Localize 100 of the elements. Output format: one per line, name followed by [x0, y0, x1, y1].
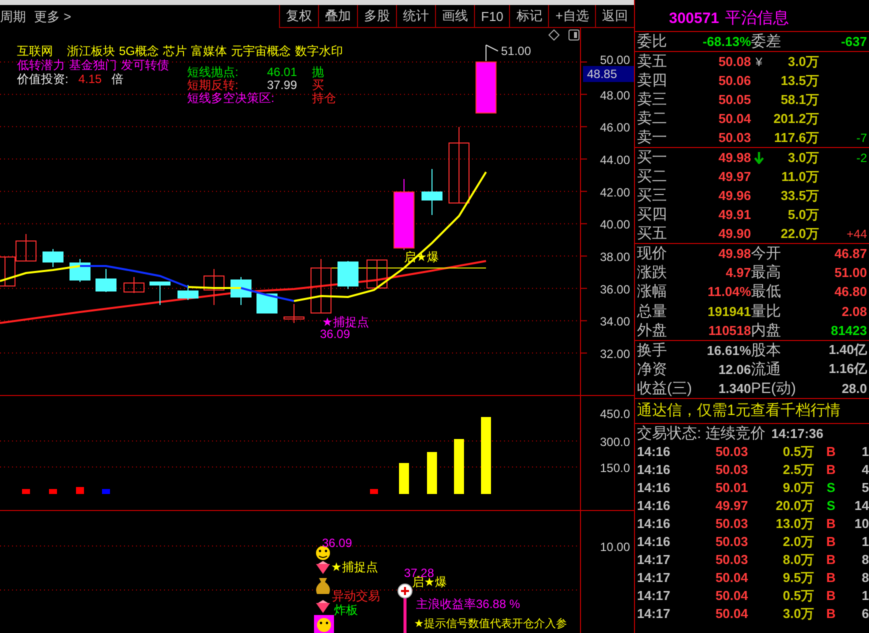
concept-tag: 数字水印 — [295, 45, 344, 58]
order-volume: 117.6万 — [773, 128, 819, 146]
price-axis-label: 48.00 — [600, 88, 630, 102]
price-axis-label: 40.00 — [600, 218, 630, 232]
price-axis-label: 38.00 — [600, 250, 630, 264]
tick-count: 10 — [854, 516, 869, 532]
tick-time: 14:16 — [637, 516, 672, 532]
candlestick — [394, 178, 414, 250]
price-axis-label: 34.00 — [600, 314, 630, 329]
quote-label: 换手 — [637, 340, 668, 360]
currency-mark: ¥ — [756, 54, 762, 68]
tick-side: B — [825, 444, 837, 460]
tick-price: 50.04 — [714, 606, 748, 622]
order-volume: 33.5万 — [780, 186, 819, 204]
quote-label: 委比 — [637, 32, 668, 51]
toolbar-link[interactable]: 更多 > — [34, 8, 72, 26]
feature-tag: 发可转债 — [121, 59, 169, 72]
order-level-label: 卖四 — [637, 71, 668, 90]
price-axis-label: 44.00 — [600, 153, 630, 168]
candlestick — [96, 268, 116, 292]
tick-count: 5 — [860, 480, 869, 496]
tick-volume: 2.5万 — [782, 460, 814, 479]
price-axis-label: 42.00 — [600, 185, 630, 200]
tick-time: 14:16 — [637, 462, 672, 478]
unusual-trade-label: 异动交易 — [332, 589, 380, 603]
order-price: 50.03 — [717, 130, 751, 145]
panel-toggle-icon[interactable] — [568, 30, 580, 40]
stock-name: 平治信息 — [725, 8, 790, 28]
order-level-label: 买二 — [637, 167, 668, 186]
tick-price: 50.03 — [714, 444, 748, 460]
limit-break-label: 炸板 — [334, 603, 358, 617]
signal-marker — [76, 487, 84, 494]
quote-label: PE(动) — [751, 378, 797, 398]
signal-value: 37.99 — [267, 79, 298, 92]
quote-value: 81423 — [830, 322, 867, 338]
tick-volume: 9.5万 — [782, 568, 814, 587]
candlestick — [16, 234, 36, 262]
smiley-icon — [316, 546, 330, 560]
quote-label: 委差 — [751, 32, 782, 51]
tick-price: 50.03 — [714, 516, 748, 532]
candlestick — [422, 168, 442, 216]
tick-count: 6 — [860, 606, 869, 622]
quote-value: 2.08 — [842, 304, 867, 319]
tick-count: 8 — [860, 570, 869, 586]
candlestick — [0, 256, 16, 286]
promo-link[interactable]: 通达信，仅需1元查看千档行情 — [637, 401, 867, 420]
signal-line — [404, 598, 406, 633]
quote-value: 46.87 — [834, 246, 867, 262]
candlestick — [256, 294, 278, 314]
tick-side: S — [826, 498, 836, 514]
signal-marker — [22, 489, 30, 494]
capture-signal-label: ★捕捉点 — [322, 315, 369, 329]
quote-value: 11.04% — [708, 284, 751, 300]
toolbar-link[interactable]: 周期 — [0, 8, 26, 26]
value-investing-value: 4.15 — [78, 73, 103, 86]
quote-value: -68.13% — [702, 34, 751, 49]
order-price: 49.98 — [717, 150, 751, 165]
candlestick — [284, 304, 304, 324]
quote-value: 28.0 — [842, 380, 867, 396]
order-change: -7 — [856, 130, 867, 144]
order-price: 50.06 — [717, 73, 751, 88]
volume-bar — [454, 439, 464, 494]
quote-label: 今开 — [751, 244, 782, 264]
order-level-label: 卖一 — [637, 128, 668, 147]
order-price: 49.90 — [717, 226, 751, 241]
tick-count: 1 — [860, 534, 869, 550]
candlestick — [230, 276, 252, 306]
volume-axis-label: 150.0 — [600, 461, 630, 475]
order-change: +44 — [846, 226, 867, 240]
diamond-icon[interactable] — [548, 29, 560, 41]
tick-side: B — [825, 570, 837, 586]
order-volume: 5.0万 — [786, 206, 819, 224]
tick-count: 1 — [860, 588, 869, 604]
order-price: 49.91 — [717, 207, 751, 222]
order-change: -2 — [856, 150, 867, 164]
quote-label: 量比 — [751, 302, 782, 321]
quote-label: 现价 — [637, 244, 668, 264]
tick-side: B — [825, 588, 837, 604]
candlestick — [204, 268, 224, 306]
concept-tag: 5G概念 — [119, 45, 160, 58]
quote-value: 110518 — [708, 322, 751, 338]
tick-side: B — [825, 516, 837, 532]
signal-action: 抛 — [312, 66, 325, 79]
tick-price: 50.03 — [714, 534, 748, 550]
quote-label: 内盘 — [751, 320, 782, 340]
capture-price-label: 36.09 — [320, 327, 350, 341]
tick-price: 50.03 — [714, 462, 748, 478]
tick-count: 14 — [854, 498, 869, 514]
order-volume: 11.0万 — [780, 168, 819, 186]
value-investing-unit: 倍 — [111, 73, 124, 86]
order-price: 49.97 — [717, 169, 751, 184]
quote-value: 1.340 — [718, 380, 751, 396]
quote-value: -637 — [840, 34, 867, 49]
tick-time: 14:16 — [637, 498, 672, 514]
candlestick — [310, 258, 332, 314]
tick-count: 4 — [860, 462, 869, 478]
order-level-label: 买五 — [637, 224, 668, 243]
order-volume: 22.0万 — [780, 224, 819, 242]
order-level-label: 买一 — [637, 148, 668, 167]
tick-volume: 2.0万 — [782, 532, 814, 551]
